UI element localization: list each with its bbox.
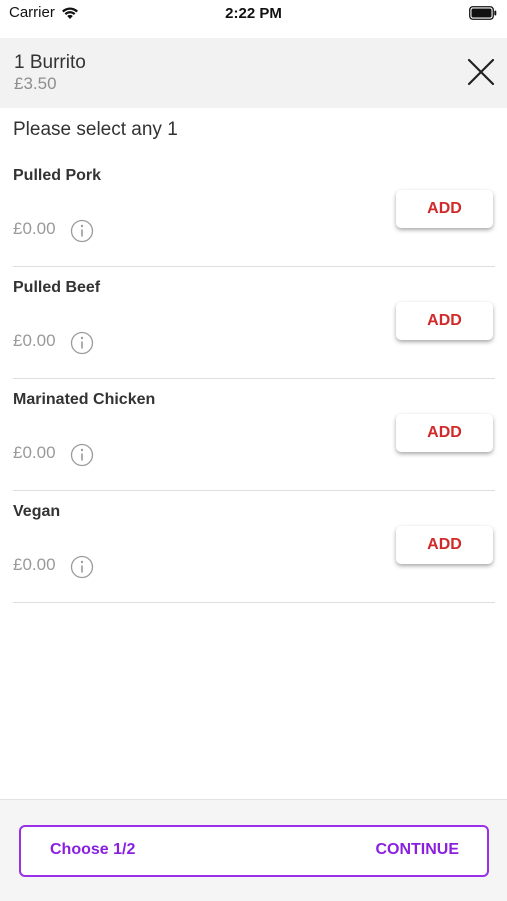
selection-prompt: Please select any 1 [13, 119, 178, 140]
choose-count-label: Choose 1/2 [50, 841, 136, 858]
item-title: 1 Burrito [14, 52, 86, 73]
option-price: £0.00 [13, 555, 56, 574]
battery-icon [469, 6, 497, 20]
option-price: £0.00 [13, 443, 56, 462]
option-row: Pulled Pork £0.00 ADD [13, 155, 495, 267]
status-time: 2:22 PM [225, 5, 282, 22]
option-row: Pulled Beef £0.00 ADD [13, 267, 495, 379]
continue-button[interactable]: Choose 1/2 CONTINUE [19, 825, 489, 877]
info-icon[interactable] [70, 219, 94, 243]
info-icon[interactable] [70, 331, 94, 355]
option-row: Marinated Chicken £0.00 ADD [13, 379, 495, 491]
option-name: Marinated Chicken [13, 391, 156, 408]
options-list: Pulled Pork £0.00 ADD Pulled Beef £0.00 … [13, 155, 495, 603]
option-price: £0.00 [13, 219, 56, 238]
add-button[interactable]: ADD [396, 302, 493, 340]
continue-label: CONTINUE [375, 841, 459, 858]
option-name: Pulled Beef [13, 279, 101, 296]
info-icon[interactable] [70, 443, 94, 467]
option-price: £0.00 [13, 331, 56, 350]
add-button[interactable]: ADD [396, 414, 493, 452]
option-name: Vegan [13, 503, 61, 520]
option-row: Vegan £0.00 ADD [13, 491, 495, 603]
option-name: Pulled Pork [13, 167, 102, 184]
item-header: 1 Burrito £3.50 [0, 38, 507, 108]
add-button[interactable]: ADD [396, 526, 493, 564]
status-bar: Carrier 2:22 PM [0, 0, 507, 36]
item-price: £3.50 [14, 74, 57, 93]
info-icon[interactable] [70, 555, 94, 579]
add-button[interactable]: ADD [396, 190, 493, 228]
footer-bar: Choose 1/2 CONTINUE [0, 799, 507, 901]
close-icon[interactable] [465, 56, 497, 88]
